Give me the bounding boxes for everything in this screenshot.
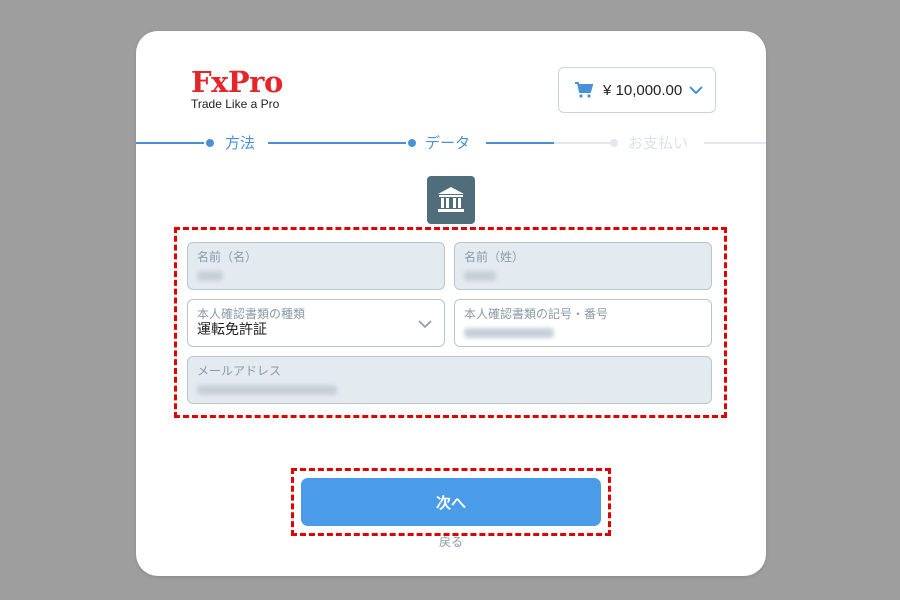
step-dot-method <box>206 139 214 147</box>
cart-amount: ¥ 10,000.00 <box>603 81 683 99</box>
email-label: メールアドレス <box>197 364 282 378</box>
logo-tagline: Trade Like a Pro <box>191 97 280 111</box>
step-label-method[interactable]: 方法 <box>225 133 255 153</box>
redacted-value <box>197 385 337 395</box>
last-name-field[interactable]: 名前（姓） <box>454 242 712 290</box>
logo-text: FxPro <box>191 65 283 99</box>
step-line <box>486 142 554 144</box>
step-dot-payment <box>610 139 618 147</box>
payment-card: FxPro Trade Like a Pro ¥ 10,000.00 方法 デー… <box>136 31 766 576</box>
redacted-value <box>464 328 554 338</box>
last-name-label: 名前（姓） <box>464 250 525 264</box>
step-line <box>136 142 204 144</box>
progress-stepper: 方法 データ お支払い <box>136 132 766 154</box>
cart-dropdown[interactable]: ¥ 10,000.00 <box>558 67 716 113</box>
email-field[interactable]: メールアドレス <box>187 356 712 404</box>
bank-icon <box>427 176 475 224</box>
cart-icon <box>575 82 593 98</box>
redacted-value <box>197 271 223 281</box>
chevron-down-icon <box>689 86 703 95</box>
step-label-data: データ <box>425 134 471 152</box>
step-label-payment: お支払い <box>628 134 689 152</box>
back-link[interactable]: 戻る <box>136 533 766 550</box>
id-number-field[interactable]: 本人確認書類の記号・番号 <box>454 299 712 347</box>
step-line <box>554 142 610 144</box>
id-type-label: 本人確認書類の種類 <box>197 307 306 321</box>
redacted-value <box>464 271 496 281</box>
fxpro-logo: FxPro Trade Like a Pro <box>191 67 283 111</box>
step-line <box>704 142 766 144</box>
first-name-label: 名前（名） <box>197 250 258 264</box>
next-button[interactable]: 次へ <box>301 478 601 526</box>
id-type-value: 運転免許証 <box>197 322 267 338</box>
step-line <box>268 142 406 144</box>
id-number-label: 本人確認書類の記号・番号 <box>464 307 609 321</box>
first-name-field[interactable]: 名前（名） <box>187 242 445 290</box>
step-dot-data <box>408 139 416 147</box>
id-type-select[interactable]: 本人確認書類の種類 運転免許証 <box>187 299 445 347</box>
chevron-down-icon <box>418 320 432 329</box>
